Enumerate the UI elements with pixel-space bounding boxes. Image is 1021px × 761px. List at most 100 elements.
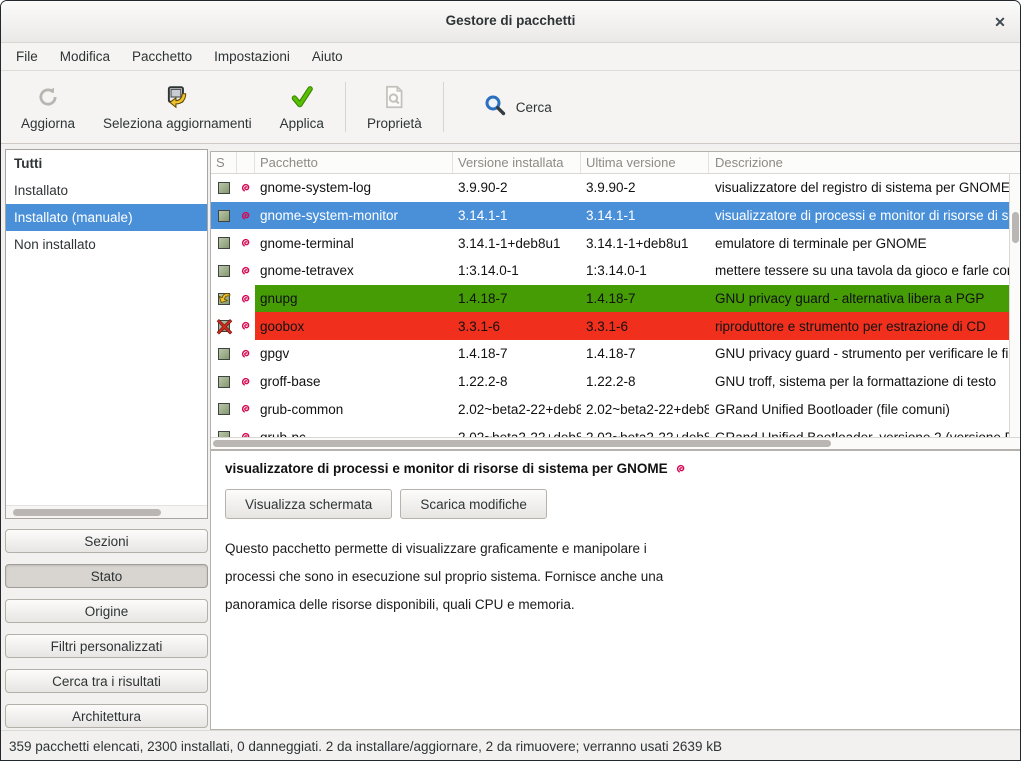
sidebar-button-stato[interactable]: Stato — [5, 564, 208, 588]
package-manager-window: Gestore di pacchetti ✕ FileModificaPacch… — [0, 0, 1021, 761]
origin-cell — [237, 229, 255, 257]
scrollbar-thumb[interactable] — [1012, 212, 1019, 243]
status-cell — [211, 174, 237, 202]
origin-cell — [237, 285, 255, 313]
package-name: gnupg — [255, 285, 453, 313]
package-short-description: GNU privacy guard - alternativa libera a… — [709, 285, 1021, 313]
package-table: S Pacchetto Versione installata Ultima v… — [210, 151, 1021, 450]
package-name: grub-pc — [255, 423, 453, 438]
latest-version: 3.9.90-2 — [581, 174, 709, 202]
table-row[interactable]: groff-base1.22.2-81.22.2-8GNU troff, sis… — [211, 368, 1021, 396]
titlebar: Gestore di pacchetti ✕ — [1, 1, 1020, 43]
installed-version: 3.14.1-1+deb8u1 — [453, 229, 581, 257]
table-row[interactable]: grub-pc2.02~beta2-22+deb8u12.02~beta2-22… — [211, 423, 1021, 438]
filter-item[interactable]: Installato (manuale) — [6, 204, 207, 231]
sidebar-button-architettura[interactable]: Architettura — [5, 704, 208, 728]
column-header-package[interactable]: Pacchetto — [255, 152, 453, 173]
status-text: 359 pacchetti elencati, 2300 installati,… — [9, 739, 722, 754]
table-horizontal-scrollbar[interactable] — [211, 437, 1021, 449]
filter-item[interactable]: Tutti — [6, 150, 207, 177]
get-screenshot-button[interactable]: Visualizza schermata — [225, 489, 392, 519]
table-row[interactable]: gnome-terminal3.14.1-1+deb8u13.14.1-1+de… — [211, 229, 1021, 257]
sidebar-button-cerca-tra-i-risultati[interactable]: Cerca tra i risultati — [5, 669, 208, 693]
properties-button[interactable]: Proprietà — [353, 74, 436, 140]
sidebar-button-origine[interactable]: Origine — [5, 599, 208, 623]
installed-version: 2.02~beta2-22+deb8u1 — [453, 396, 581, 424]
table-row[interactable]: gnome-system-log3.9.90-23.9.90-2visualiz… — [211, 174, 1021, 202]
table-header: S Pacchetto Versione installata Ultima v… — [211, 152, 1021, 174]
sidebar-button-sezioni[interactable]: Sezioni — [5, 529, 208, 553]
table-row[interactable]: grub-common2.02~beta2-22+deb8u12.02~beta… — [211, 396, 1021, 424]
installed-version: 1.4.18-7 — [453, 285, 581, 313]
package-name: gnome-system-monitor — [255, 202, 453, 230]
installed-checkbox-icon — [218, 403, 230, 415]
sidebar-horizontal-scrollbar[interactable] — [6, 505, 207, 518]
close-button[interactable]: ✕ — [990, 12, 1010, 32]
column-header-origin[interactable] — [237, 152, 255, 173]
origin-cell — [237, 312, 255, 340]
origin-cell — [237, 368, 255, 396]
menu-impostazioni[interactable]: Impostazioni — [203, 43, 301, 71]
package-short-description: visualizzatore di processi e monitor di … — [709, 202, 1021, 230]
menubar: FileModificaPacchettoImpostazioniAiuto — [1, 43, 1020, 71]
description-line: processi che sono in esecuzione sul prop… — [225, 563, 1008, 591]
toolbar: Aggiorna Seleziona aggiornamenti Applica — [1, 71, 1020, 144]
installed-checkbox-icon — [218, 265, 230, 277]
package-details-pane: visualizzatore di processi e monitor di … — [210, 450, 1021, 730]
get-changelog-button[interactable]: Scarica modifiche — [400, 489, 547, 519]
table-row[interactable]: gnupg1.4.18-71.4.18-7GNU privacy guard -… — [211, 285, 1021, 313]
filter-item[interactable]: Installato — [6, 177, 207, 204]
debian-swirl-icon — [239, 375, 253, 389]
column-header-description[interactable]: Descrizione — [709, 152, 1021, 173]
origin-cell — [237, 340, 255, 368]
column-header-status[interactable]: S — [211, 152, 237, 173]
installed-version: 3.14.1-1 — [453, 202, 581, 230]
installed-version: 1.4.18-7 — [453, 340, 581, 368]
package-name: goobox — [255, 312, 453, 340]
table-body: gnome-system-log3.9.90-23.9.90-2visualiz… — [211, 174, 1021, 438]
latest-version: 1.4.18-7 — [581, 340, 709, 368]
status-cell — [211, 202, 237, 230]
apply-button[interactable]: Applica — [266, 74, 338, 140]
installed-checkbox-icon — [218, 348, 230, 360]
mark-upgrades-button[interactable]: Seleziona aggiornamenti — [89, 74, 266, 140]
origin-cell — [237, 257, 255, 285]
scrollbar-thumb[interactable] — [13, 509, 161, 516]
column-header-installed-version[interactable]: Versione installata — [453, 152, 581, 173]
status-cell — [211, 396, 237, 424]
debian-swirl-icon — [239, 209, 253, 223]
filter-item[interactable]: Non installato — [6, 231, 207, 258]
column-header-latest-version[interactable]: Ultima versione — [581, 152, 709, 173]
table-row[interactable]: gnome-system-monitor3.14.1-13.14.1-1visu… — [211, 202, 1021, 230]
installed-checkbox-icon — [218, 182, 230, 194]
installed-version: 2.02~beta2-22+deb8u1 — [453, 423, 581, 438]
menu-aiuto[interactable]: Aiuto — [301, 43, 354, 71]
close-icon: ✕ — [994, 14, 1006, 31]
table-row[interactable]: gnome-tetravex1:3.14.0-11:3.14.0-1metter… — [211, 257, 1021, 285]
package-short-description: visualizzatore del registro di sistema p… — [709, 174, 1021, 202]
package-name: grub-common — [255, 396, 453, 424]
package-short-description: mettere tessere su una tavola da gioco e… — [709, 257, 1021, 285]
scrollbar-thumb[interactable] — [213, 440, 831, 447]
search-icon — [483, 93, 507, 122]
installed-checkbox-icon — [218, 237, 230, 249]
search-button[interactable]: Cerca — [483, 93, 552, 122]
debian-swirl-icon — [239, 236, 253, 250]
package-name: gnome-system-log — [255, 174, 453, 202]
table-row[interactable]: goobox3.3.1-63.3.1-6riproduttore e strum… — [211, 312, 1021, 340]
table-row[interactable]: gpgv1.4.18-71.4.18-7GNU privacy guard - … — [211, 340, 1021, 368]
refresh-button[interactable]: Aggiorna — [7, 74, 89, 140]
latest-version: 3.14.1-1+deb8u1 — [581, 229, 709, 257]
properties-label: Proprietà — [367, 116, 422, 131]
menu-pacchetto[interactable]: Pacchetto — [121, 43, 203, 71]
sidebar-button-filtri-personalizzati[interactable]: Filtri personalizzati — [5, 634, 208, 658]
origin-cell — [237, 174, 255, 202]
latest-version: 3.14.1-1 — [581, 202, 709, 230]
mark-upgrades-label: Seleziona aggiornamenti — [103, 116, 252, 131]
menu-file[interactable]: File — [5, 43, 49, 71]
status-cell — [211, 368, 237, 396]
debian-swirl-icon — [239, 402, 253, 416]
menu-modifica[interactable]: Modifica — [49, 43, 121, 71]
latest-version: 1:3.14.0-1 — [581, 257, 709, 285]
table-vertical-scrollbar[interactable] — [1009, 174, 1021, 439]
